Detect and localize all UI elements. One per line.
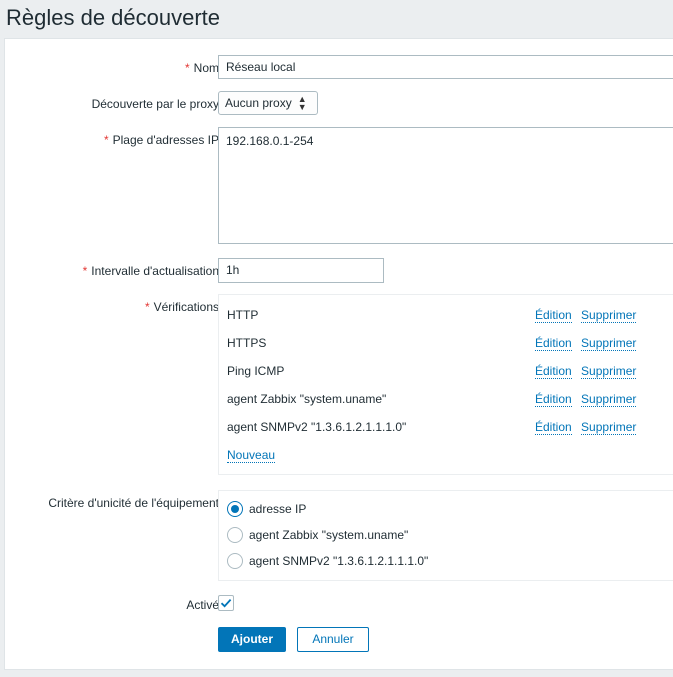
page-title: Règles de découverte — [6, 5, 221, 30]
edit-check-link[interactable]: Édition — [535, 420, 572, 435]
remove-check-link[interactable]: Supprimer — [581, 308, 637, 323]
checkmark-icon — [220, 598, 232, 608]
uniqueness-label: Critère d'unicité de l'équipement — [48, 496, 219, 510]
edit-check-link[interactable]: Édition — [535, 364, 572, 379]
checks-label: * Vérifications — [144, 300, 219, 314]
uniqueness-radio-group: adresse IP agent Zabbix "system.uname" a… — [218, 490, 673, 581]
enabled-checkbox[interactable] — [218, 595, 234, 611]
form-panel: * Nom Réseau local Découverte par le prox… — [4, 38, 673, 670]
uniqueness-option-label: agent SNMPv2 "1.3.6.1.2.1.1.1.0" — [249, 554, 429, 568]
proxy-select[interactable]: Aucun proxy ▲ ▼ — [218, 91, 318, 115]
radio-selected-icon[interactable] — [227, 501, 243, 517]
uniqueness-option-label: agent Zabbix "system.uname" — [249, 528, 409, 542]
name-label: * Nom — [184, 61, 219, 75]
uniqueness-option[interactable]: adresse IP — [227, 499, 306, 519]
checks-list: HTTP Édition Supprimer HTTPS Édition Sup… — [218, 294, 673, 475]
check-name: agent SNMPv2 "1.3.6.1.2.1.1.1.0" — [227, 420, 407, 434]
edit-check-link[interactable]: Édition — [535, 392, 572, 407]
enabled-label: Activé — [186, 598, 219, 612]
radio-icon[interactable] — [227, 553, 243, 569]
interval-input[interactable]: 1h — [218, 258, 384, 283]
required-marker: * — [103, 133, 109, 147]
check-row: agent Zabbix "system.uname" Édition Supp… — [227, 389, 657, 409]
name-input[interactable]: Réseau local — [218, 55, 673, 79]
ip-range-textarea[interactable]: 192.168.0.1-254 — [218, 127, 673, 244]
check-name: HTTPS — [227, 336, 267, 350]
proxy-label: Découverte par le proxy — [91, 97, 219, 111]
required-marker: * — [82, 264, 88, 278]
proxy-select-value: Aucun proxy — [225, 96, 292, 110]
check-name: Ping ICMP — [227, 364, 285, 378]
check-name: agent Zabbix "system.uname" — [227, 392, 387, 406]
uniqueness-option-label: adresse IP — [249, 502, 307, 516]
new-check-link[interactable]: Nouveau — [227, 448, 276, 463]
check-row: Ping ICMP Édition Supprimer — [227, 361, 657, 381]
cancel-button[interactable]: Annuler — [297, 627, 369, 652]
remove-check-link[interactable]: Supprimer — [581, 364, 637, 379]
required-marker: * — [184, 61, 190, 75]
new-check-row: Nouveau — [227, 445, 657, 465]
check-row: HTTPS Édition Supprimer — [227, 333, 657, 353]
required-marker: * — [144, 300, 150, 314]
ip-range-label: * Plage d'adresses IP — [103, 133, 219, 147]
edit-check-link[interactable]: Édition — [535, 308, 572, 323]
remove-check-link[interactable]: Supprimer — [581, 336, 637, 351]
remove-check-link[interactable]: Supprimer — [581, 420, 637, 435]
radio-icon[interactable] — [227, 527, 243, 543]
check-name: HTTP — [227, 308, 259, 322]
check-row: agent SNMPv2 "1.3.6.1.2.1.1.1.0" Édition… — [227, 417, 657, 437]
add-button[interactable]: Ajouter — [218, 627, 286, 652]
edit-check-link[interactable]: Édition — [535, 336, 572, 351]
select-arrows-icon: ▲ ▼ — [297, 94, 307, 112]
interval-label: * Intervalle d'actualisation — [82, 264, 219, 278]
check-row: HTTP Édition Supprimer — [227, 305, 657, 325]
remove-check-link[interactable]: Supprimer — [581, 392, 637, 407]
uniqueness-option[interactable]: agent Zabbix "system.uname" — [227, 525, 408, 545]
uniqueness-option[interactable]: agent SNMPv2 "1.3.6.1.2.1.1.1.0" — [227, 551, 428, 571]
